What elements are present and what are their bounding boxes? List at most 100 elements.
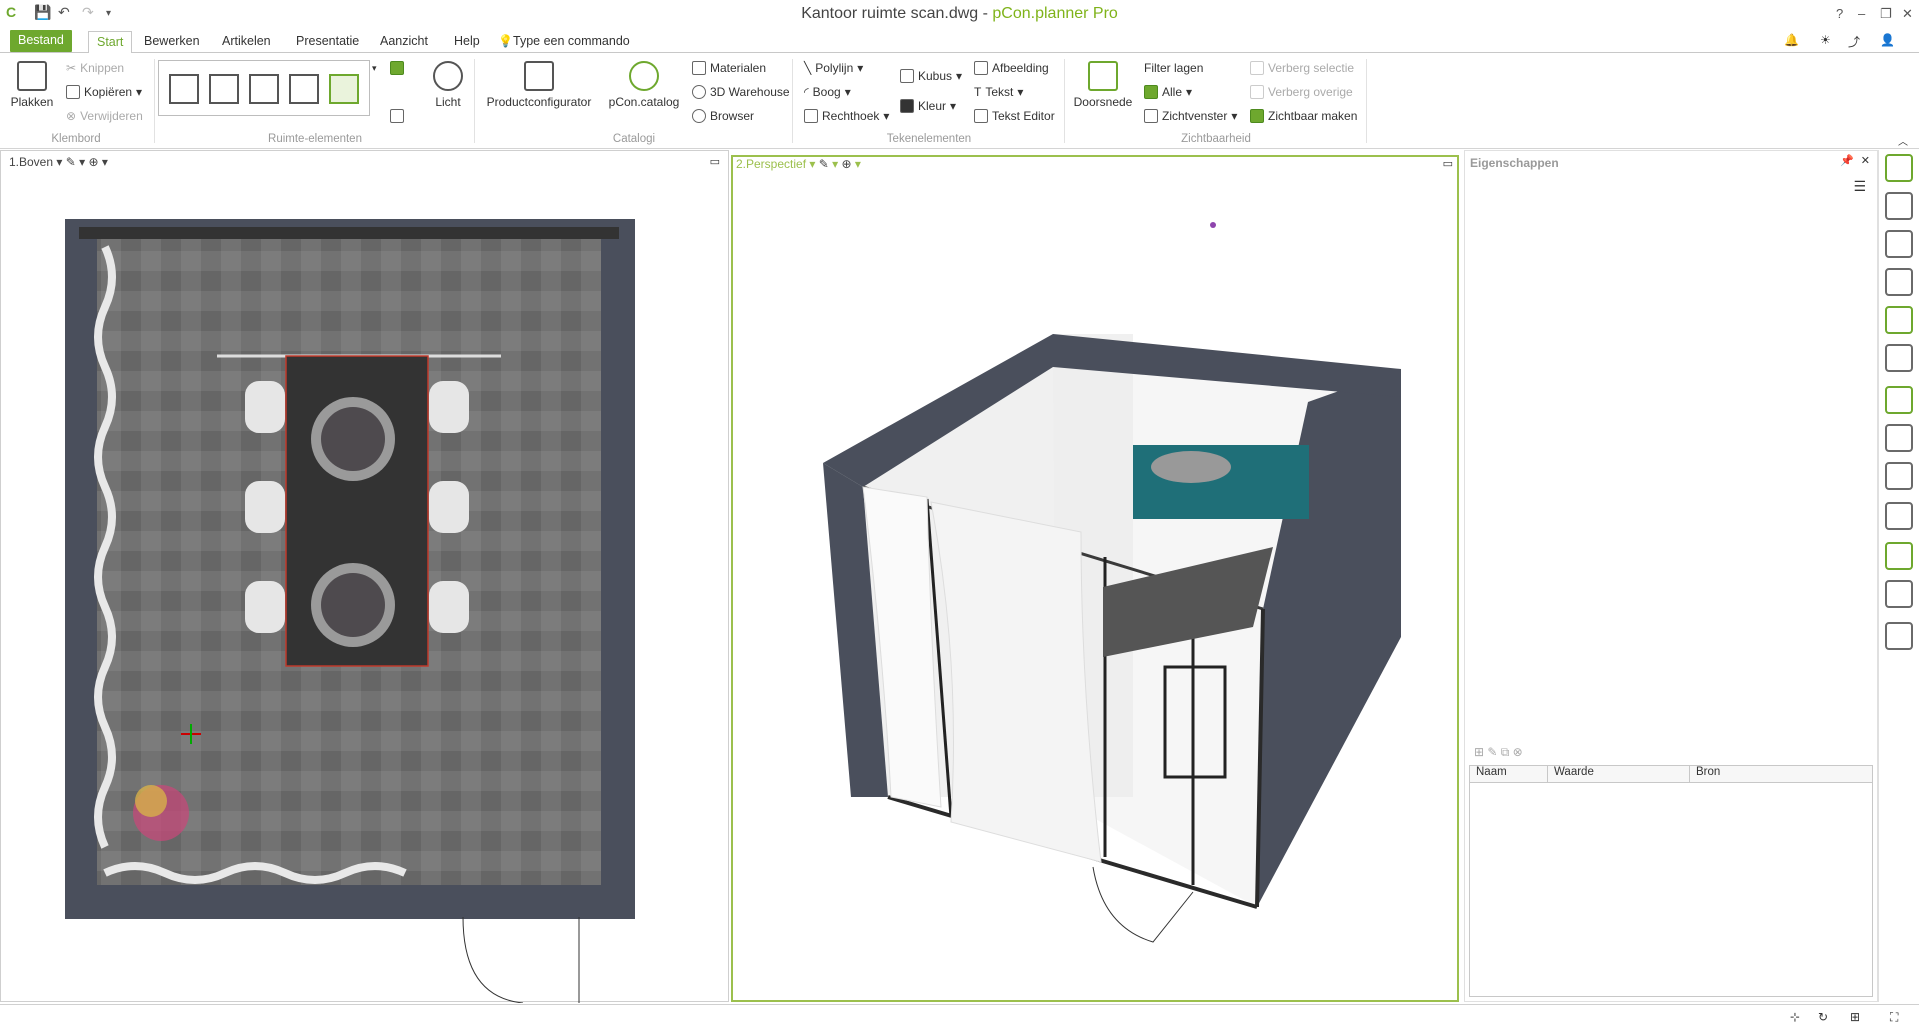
element-tool-1-icon[interactable] [390, 61, 404, 75]
tab-help[interactable]: Help [446, 31, 488, 53]
curtain-2 [930, 501, 1102, 863]
warehouse-icon [692, 85, 706, 99]
help-icon[interactable]: ? [1836, 6, 1843, 21]
window-title: Kantoor ruimte scan.dwg - pCon.planner P… [801, 5, 1118, 22]
close-panel-icon[interactable]: ✕ [1861, 154, 1870, 167]
color-button[interactable]: Kleur ▾ [900, 99, 956, 113]
materials-icon [692, 61, 706, 75]
hide-selection-button[interactable]: Verberg selectie [1250, 61, 1354, 75]
panel-menu-icon[interactable]: ☰ [1853, 178, 1866, 195]
ribbon-tabs: Bestand Start Bewerken Artikelen Present… [0, 29, 1919, 54]
snap-icon[interactable]: ⊹ [1790, 1010, 1800, 1024]
pconcatalog-button[interactable]: pCon.catalog [604, 61, 684, 109]
tab-bestand[interactable]: Bestand [10, 30, 72, 52]
properties-table: Naam Waarde Bron [1469, 765, 1873, 997]
orbit-icon[interactable]: ↻ [1818, 1010, 1828, 1024]
fullscreen-icon[interactable]: ⛶ [1890, 1010, 1898, 1025]
notification-icon[interactable]: 🔔 [1784, 33, 1799, 47]
collapse-ribbon-icon[interactable]: ︿ [1898, 133, 1908, 148]
delete-button[interactable]: ⊗ Verwijderen [66, 109, 143, 123]
column-waarde[interactable]: Waarde [1548, 766, 1690, 782]
properties-title: Eigenschappen [1470, 156, 1559, 170]
3d-view-icon[interactable] [1885, 154, 1913, 182]
minimize-icon[interactable]: ‒ [1858, 6, 1865, 21]
pconcatalog-icon [629, 61, 659, 91]
element-tool-2-icon[interactable] [390, 109, 404, 123]
layout-icon[interactable] [1885, 622, 1913, 650]
view-window-icon [1144, 109, 1158, 123]
cut-button[interactable]: ✂ Knippen [66, 61, 124, 75]
column-bron[interactable]: Bron [1690, 766, 1872, 782]
rectangle-button[interactable]: Rechthoek ▾ [804, 109, 889, 123]
cube-button[interactable]: Kubus ▾ [900, 69, 962, 83]
tab-aanzicht[interactable]: Aanzicht [372, 31, 436, 53]
section-button[interactable]: Doorsnede [1070, 61, 1136, 109]
filter-layers-label: Filter lagen [1144, 61, 1204, 75]
materials-side-icon[interactable] [1885, 424, 1913, 452]
delete-icon: ⊗ [66, 109, 77, 123]
3d-warehouse-button[interactable]: 3D Warehouse [692, 85, 790, 99]
archive-icon[interactable] [1885, 344, 1913, 372]
browser-button[interactable]: Browser [692, 109, 754, 123]
layers-icon[interactable] [1885, 386, 1913, 414]
title-bar: C 💾 ↶ ↷ ▾ Kantoor ruimte scan.dwg - pCon… [0, 0, 1919, 28]
paste-button[interactable]: Plakken [10, 61, 54, 109]
all-layers-dropdown[interactable]: Alle ▾ [1144, 85, 1192, 99]
light-settings-icon[interactable] [1885, 502, 1913, 530]
catalog-book-icon[interactable] [1885, 192, 1913, 220]
text-button[interactable]: T Tekst ▾ [974, 85, 1023, 99]
materials-button[interactable]: Materialen [692, 61, 766, 75]
image-button[interactable]: Afbeelding [974, 61, 1049, 75]
productconfigurator-icon [524, 61, 554, 91]
make-visible-button[interactable]: Zichtbaar maken [1250, 109, 1357, 123]
pin-icon[interactable]: 📌 [1840, 154, 1854, 167]
arc-icon: ◜ [804, 85, 809, 99]
share-icon[interactable]: ⤴ [1848, 33, 1860, 50]
pendant-lamp-3d [1151, 451, 1231, 483]
surface-icon[interactable] [1885, 462, 1913, 490]
scissors-icon: ✂ [66, 61, 77, 75]
viewport-perspective[interactable]: 2.Perspectief ▾ ✎ ▾ ⊕ ▾ ▭ [731, 155, 1459, 1002]
tab-bewerken[interactable]: Bewerken [136, 31, 208, 53]
section-icon [1088, 61, 1118, 91]
tab-presentatie[interactable]: Presentatie [288, 31, 367, 53]
properties-table-header: Naam Waarde Bron [1470, 766, 1872, 783]
sun-icon[interactable]: ☀ [1820, 33, 1831, 47]
tab-artikelen[interactable]: Artikelen [214, 31, 279, 53]
column-naam[interactable]: Naam [1470, 766, 1548, 782]
copy-button[interactable]: Kopiëren ▾ [66, 85, 142, 99]
room-elements-gallery[interactable] [158, 60, 370, 116]
user-icon[interactable]: 👤 [1880, 33, 1895, 47]
restore-icon[interactable]: ❐ [1880, 6, 1892, 22]
group-label-catalogi: Catalogi [612, 133, 656, 145]
list-icon[interactable] [1885, 268, 1913, 296]
door-icon[interactable] [249, 74, 279, 104]
hide-other-icon [1250, 85, 1264, 99]
tab-start[interactable]: Start [88, 31, 133, 54]
polyline-button[interactable]: ╲ Polylijn ▾ [804, 61, 863, 75]
view-window-dropdown[interactable]: Zichtvenster ▾ [1144, 109, 1237, 123]
image-side-icon[interactable] [1885, 580, 1913, 608]
close-icon[interactable]: ✕ [1902, 6, 1913, 22]
hide-other-button[interactable]: Verberg overige [1250, 85, 1353, 99]
gallery-scroll-icon[interactable]: ▾ [372, 63, 377, 74]
article-info-icon[interactable] [1885, 230, 1913, 258]
file-title: Kantoor ruimte scan.dwg [801, 5, 979, 22]
window-icon[interactable] [289, 74, 319, 104]
viewport-top[interactable]: 1.Boven ▾ ✎ ▾ ⊕ ▾ ▭ [0, 150, 729, 1003]
text-editor-button[interactable]: Tekst Editor [974, 109, 1055, 123]
command-input[interactable]: Type een commando [513, 34, 630, 48]
property-toolbar-icons[interactable]: ⊞ ✎ ⧉ ⊗ [1474, 745, 1523, 760]
productconfigurator-button[interactable]: Productconfigurator [484, 61, 594, 109]
arc-button[interactable]: ◜ Boog ▾ [804, 85, 851, 99]
floor-icon[interactable] [329, 74, 359, 104]
image-icon [974, 61, 988, 75]
room-icon[interactable] [209, 74, 239, 104]
pconcatalog-side-icon[interactable] [1885, 306, 1913, 334]
app-window: C 💾 ↶ ↷ ▾ Kantoor ruimte scan.dwg - pCon… [0, 0, 1919, 1030]
status-bar: ⊹ ↻ ⊞ ⛶ [0, 1004, 1919, 1030]
wall-icon[interactable] [169, 74, 199, 104]
paint-icon[interactable] [1885, 542, 1913, 570]
light-button[interactable]: Licht [428, 61, 468, 109]
grid-view-icon[interactable]: ⊞ [1850, 1010, 1860, 1024]
